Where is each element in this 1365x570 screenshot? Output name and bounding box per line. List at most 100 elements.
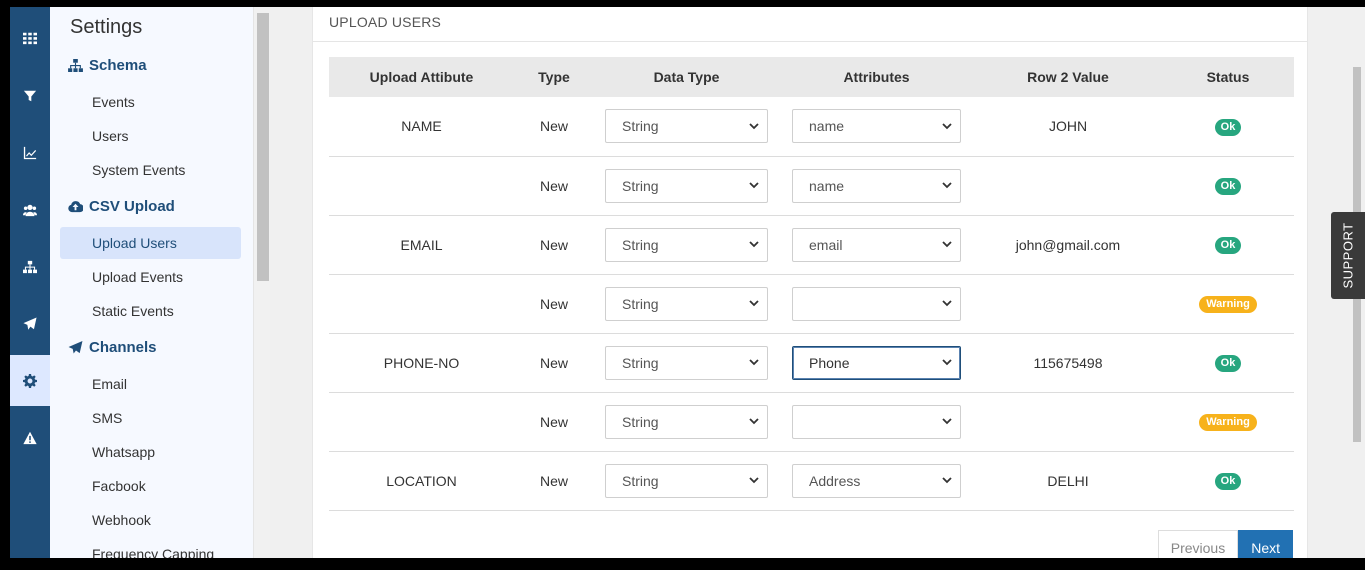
- cell-data-type: String: [594, 274, 779, 334]
- data-type-value: String: [622, 472, 659, 489]
- data-type-select[interactable]: String: [605, 227, 768, 262]
- sidebar-item-users[interactable]: Users: [92, 128, 129, 144]
- sidebar-item-upload-events[interactable]: Upload Events: [92, 269, 183, 285]
- cell-data-type: String: [594, 451, 779, 511]
- rail-campaigns[interactable]: [10, 298, 50, 349]
- data-type-select[interactable]: String: [605, 168, 768, 203]
- data-type-value: String: [622, 413, 659, 430]
- cell-upload-attribute: NAME: [329, 97, 514, 157]
- app-frame: Settings Schema Events Users System Even…: [10, 7, 1365, 558]
- sidebar-item-webhook[interactable]: Webhook: [92, 512, 151, 528]
- cell-data-type: String: [594, 97, 779, 157]
- sidebar-item-system-events[interactable]: System Events: [92, 162, 185, 178]
- attribute-select[interactable]: name: [792, 168, 961, 203]
- rail-schema[interactable]: [10, 241, 50, 292]
- previous-button[interactable]: Previous: [1157, 530, 1239, 558]
- attribute-value: Phone: [809, 354, 850, 371]
- chevron-down-icon: [749, 241, 759, 248]
- sitemap-icon: [68, 59, 83, 72]
- sidebar-item-static-events[interactable]: Static Events: [92, 303, 174, 319]
- attribute-select[interactable]: [792, 404, 961, 439]
- chevron-down-icon: [942, 359, 952, 366]
- attribute-select[interactable]: [792, 286, 961, 321]
- chevron-down-icon: [942, 182, 952, 189]
- attribute-select[interactable]: Address: [792, 463, 961, 498]
- support-label: SUPPORT: [1340, 222, 1356, 289]
- filter-icon: [23, 90, 37, 101]
- settings-sidebar: Settings Schema Events Users System Even…: [50, 7, 253, 558]
- rail-filter[interactable]: [10, 70, 50, 121]
- sidebar-item-upload-users[interactable]: Upload Users: [60, 227, 241, 259]
- support-tab[interactable]: SUPPORT: [1331, 212, 1365, 299]
- chevron-down-icon: [942, 123, 952, 130]
- cell-type: New: [514, 156, 594, 216]
- rail-users[interactable]: [10, 184, 50, 235]
- card-title: UPLOAD USERS: [329, 14, 442, 30]
- attribute-select[interactable]: email: [792, 227, 961, 262]
- section-schema[interactable]: Schema: [68, 57, 147, 74]
- chevron-down-icon: [749, 182, 759, 189]
- attribute-value: Address: [809, 472, 861, 489]
- attribute-select[interactable]: name: [792, 109, 961, 144]
- table-row: New String Warning: [329, 274, 1294, 334]
- rail-dashboard[interactable]: [10, 12, 50, 63]
- sidebar-item-whatsapp[interactable]: Whatsapp: [92, 444, 155, 460]
- status-badge: Ok: [1214, 178, 1242, 195]
- section-csv-upload[interactable]: CSV Upload: [68, 198, 175, 215]
- cell-status: Ok: [1162, 97, 1294, 157]
- status-badge: Warning: [1199, 296, 1257, 313]
- chevron-down-icon: [749, 359, 759, 366]
- cell-row2-value: john@gmail.com: [974, 215, 1162, 275]
- rail-alerts[interactable]: [10, 412, 50, 463]
- chevron-down-icon: [942, 477, 952, 484]
- sidebar-item-email[interactable]: Email: [92, 376, 127, 392]
- sidebar-scrollbar[interactable]: [253, 7, 270, 558]
- data-type-select[interactable]: String: [605, 286, 768, 321]
- sidebar-scrollbar-thumb[interactable]: [257, 13, 269, 281]
- cell-attributes: name: [779, 156, 974, 216]
- chart-line-icon: [23, 146, 37, 159]
- cell-upload-attribute: [329, 274, 514, 334]
- next-button[interactable]: Next: [1238, 530, 1293, 558]
- chevron-down-icon: [749, 300, 759, 307]
- chevron-down-icon: [749, 418, 759, 425]
- rail-analytics[interactable]: [10, 127, 50, 178]
- table-row: NAME New String name JOHN Ok: [329, 97, 1294, 157]
- status-badge: Warning: [1199, 414, 1257, 431]
- cell-attributes: [779, 274, 974, 334]
- table-row: LOCATION New String Address DELHI Ok: [329, 451, 1294, 511]
- cell-upload-attribute: [329, 392, 514, 452]
- sidebar-item-facbook[interactable]: Facbook: [92, 478, 146, 494]
- cell-upload-attribute: [329, 156, 514, 216]
- cell-upload-attribute: LOCATION: [329, 451, 514, 511]
- cell-status: Ok: [1162, 215, 1294, 275]
- title-divider: [313, 41, 1307, 42]
- sidebar-item-sms[interactable]: SMS: [92, 410, 122, 426]
- cell-data-type: String: [594, 392, 779, 452]
- cell-attributes: email: [779, 215, 974, 275]
- cell-status: Ok: [1162, 451, 1294, 511]
- col-upload-attribute: Upload Attibute: [329, 57, 514, 97]
- cell-attributes: Address: [779, 451, 974, 511]
- section-channels[interactable]: Channels: [68, 339, 157, 356]
- status-badge: Ok: [1214, 237, 1242, 254]
- data-type-select[interactable]: String: [605, 463, 768, 498]
- icon-rail: [10, 7, 50, 558]
- data-type-select[interactable]: String: [605, 345, 768, 380]
- sidebar-item-events[interactable]: Events: [92, 94, 135, 110]
- sidebar-item-frequency-capping[interactable]: Frequency Capping: [92, 546, 214, 558]
- col-row2-value: Row 2 Value: [974, 57, 1162, 97]
- table-row: New String name Ok: [329, 156, 1294, 216]
- cloud-upload-icon: [68, 201, 83, 213]
- chevron-down-icon: [749, 123, 759, 130]
- attribute-select[interactable]: Phone: [792, 345, 961, 380]
- col-status: Status: [1162, 57, 1294, 97]
- col-attributes: Attributes: [779, 57, 974, 97]
- cell-data-type: String: [594, 333, 779, 393]
- data-type-select[interactable]: String: [605, 404, 768, 439]
- data-type-value: String: [622, 295, 659, 312]
- cell-attributes: name: [779, 97, 974, 157]
- data-type-select[interactable]: String: [605, 109, 768, 144]
- rail-settings[interactable]: [10, 355, 50, 406]
- data-type-value: String: [622, 354, 659, 371]
